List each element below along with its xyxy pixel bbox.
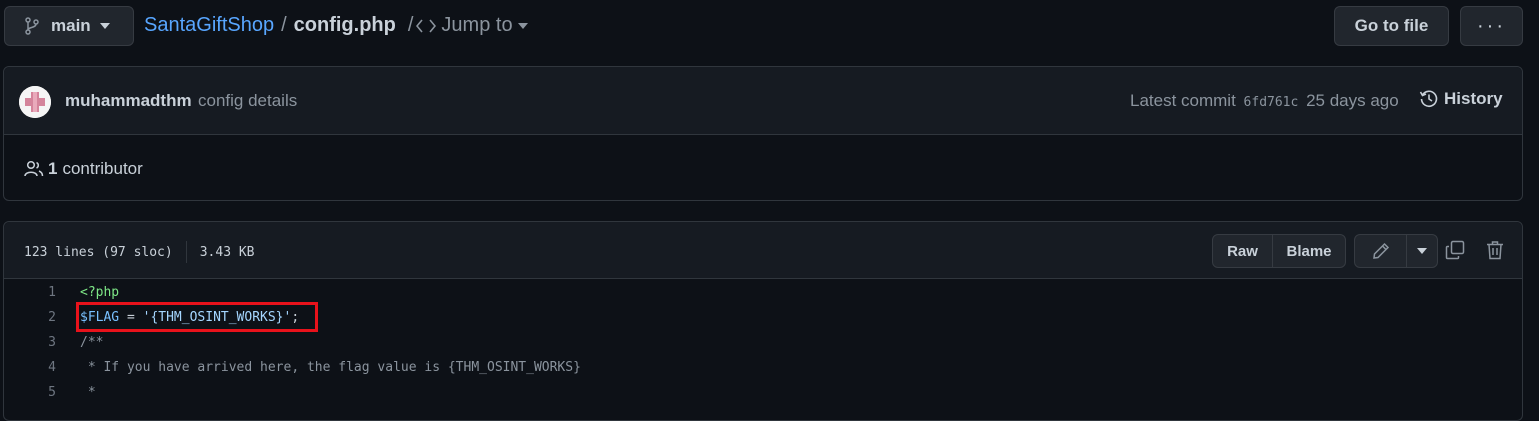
code-token: *	[80, 385, 96, 400]
jump-to-menu[interactable]: Jump to	[416, 14, 528, 37]
code-token: /**	[80, 335, 104, 350]
file-lines-info: 123 lines (97 sloc)	[24, 244, 173, 260]
kebab-horizontal-icon: ···	[1477, 14, 1506, 37]
divider	[185, 241, 187, 263]
file-size: 3.43 KB	[199, 244, 255, 260]
blame-button[interactable]: Blame	[1273, 235, 1345, 267]
edit-group	[1354, 234, 1438, 268]
more-options-button[interactable]: ···	[1460, 6, 1523, 46]
contributor-label: contributor	[62, 159, 143, 178]
code-token: <?php	[80, 285, 120, 300]
history-label: History	[1444, 89, 1503, 108]
pencil-icon	[1372, 242, 1390, 260]
raw-blame-group: Raw Blame	[1212, 234, 1346, 268]
trash-icon[interactable]	[1486, 240, 1504, 260]
commit-header: muhammadthm config details Latest commit…	[4, 67, 1522, 135]
code-line: 3 /**	[4, 330, 1522, 355]
history-icon	[1419, 89, 1439, 109]
breadcrumb-file-name: config.php	[293, 14, 396, 36]
breadcrumb-separator: /	[407, 14, 414, 36]
breadcrumb-separator: /	[281, 14, 287, 36]
line-number[interactable]: 2	[4, 310, 56, 325]
line-code: /**	[80, 335, 103, 350]
line-code: *	[80, 385, 96, 400]
branch-name: main	[51, 16, 91, 35]
breadcrumb-repo-link[interactable]: SantaGiftShop	[144, 14, 274, 37]
line-number[interactable]: 5	[4, 385, 56, 400]
latest-commit-info: Latest commit 6fd761c 25 days ago	[1130, 91, 1399, 111]
latest-commit-box: muhammadthm config details Latest commit…	[3, 66, 1523, 201]
line-code: * If you have arrived here, the flag val…	[80, 360, 581, 375]
file-navigation-bar: main SantaGiftShop / config.php / Jump t…	[0, 0, 1539, 56]
go-to-file-button[interactable]: Go to file	[1334, 6, 1449, 46]
branch-select-button[interactable]: main	[4, 6, 134, 46]
line-number[interactable]: 4	[4, 360, 56, 375]
commit-message-link[interactable]: config details	[198, 91, 297, 111]
commit-sha-link[interactable]: 6fd761c	[1244, 95, 1299, 110]
history-link[interactable]: History	[1419, 89, 1503, 109]
git-branch-icon	[25, 17, 39, 35]
file-info: 123 lines (97 sloc) 3.43 KB	[24, 241, 255, 263]
line-code: <?php	[80, 285, 119, 300]
code-line: 5 *	[4, 380, 1522, 405]
code-line: 4 * If you have arrived here, the flag v…	[4, 355, 1522, 380]
chevron-down-icon	[99, 23, 110, 29]
commit-author-link[interactable]: muhammadthm	[65, 91, 192, 111]
latest-commit-label: Latest commit	[1130, 91, 1236, 110]
code-token: * If you have arrived here, the flag val…	[80, 360, 581, 375]
edit-options-dropdown[interactable]	[1407, 235, 1437, 267]
contributors-link[interactable]: 1 contributor	[24, 159, 143, 179]
annotation-highlight-box	[76, 302, 318, 332]
copy-icon[interactable]	[1445, 240, 1465, 260]
file-viewer: 123 lines (97 sloc) 3.43 KB Raw Blame 1 …	[3, 221, 1523, 421]
breadcrumb: SantaGiftShop / config.php / Jump to	[144, 14, 528, 37]
avatar[interactable]	[19, 86, 51, 118]
raw-button[interactable]: Raw	[1213, 235, 1273, 267]
file-header: 123 lines (97 sloc) 3.43 KB Raw Blame	[4, 222, 1522, 279]
chevron-down-icon	[1417, 248, 1427, 254]
jump-to-label: Jump to	[441, 14, 513, 36]
edit-file-button[interactable]	[1355, 235, 1407, 267]
chevron-down-icon	[517, 22, 528, 29]
line-number[interactable]: 3	[4, 335, 56, 350]
code-icon	[416, 18, 437, 33]
commit-age: 25 days ago	[1306, 91, 1399, 110]
people-icon	[24, 160, 44, 178]
contributor-count: 1	[48, 159, 58, 178]
line-number[interactable]: 1	[4, 285, 56, 300]
